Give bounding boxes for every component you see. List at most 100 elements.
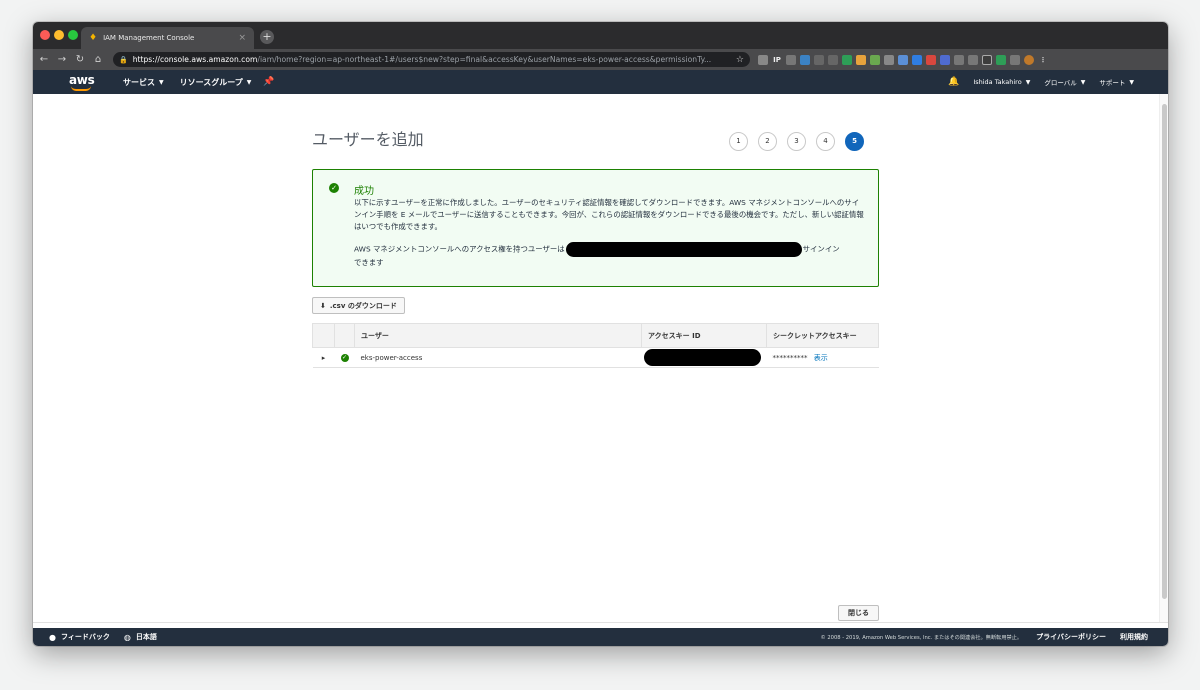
back-icon[interactable]: ← (37, 54, 51, 65)
scrollbar[interactable] (1159, 94, 1168, 622)
download-csv-label: .csv のダウンロード (329, 301, 397, 310)
aws-top-nav: aws サービス ▼ リソースグループ ▼ 📌 🔔 Ishida Takahir… (33, 70, 1168, 94)
forward-icon[interactable]: → (55, 54, 69, 65)
tab-close-icon[interactable]: × (238, 33, 246, 43)
extension-icon[interactable] (898, 54, 908, 65)
extension-icon[interactable] (884, 54, 894, 65)
close-window-button[interactable] (40, 30, 50, 40)
resource-groups-menu[interactable]: リソースグループ ▼ (180, 77, 252, 88)
redacted-signin-url (565, 242, 802, 257)
account-menu[interactable]: Ishida Takahiro ▼ (973, 78, 1030, 86)
tab-title: IAM Management Console (103, 34, 195, 42)
url-path: /iam/home?region=ap-northeast-1#/users$n… (257, 55, 712, 64)
privacy-policy-link[interactable]: プライバシーポリシー (1036, 632, 1106, 642)
aws-logo-text: aws (69, 73, 95, 87)
pin-icon[interactable]: 📌 (263, 77, 274, 87)
extension-icon[interactable] (996, 54, 1006, 65)
url-host: https://console.aws.amazon.com (132, 55, 258, 64)
globe-icon: ◍ (123, 632, 131, 642)
region-menu[interactable]: グローバル ▼ (1044, 77, 1086, 88)
step-2[interactable]: 2 (758, 132, 777, 151)
page-title: ユーザーを追加 (312, 130, 424, 149)
header-status (334, 323, 355, 348)
maximize-window-button[interactable] (68, 30, 78, 40)
menu-icon[interactable]: ⋮ (1038, 55, 1048, 65)
extension-icon[interactable] (926, 54, 936, 65)
home-icon[interactable]: ⌂ (91, 54, 105, 65)
region-label: グローバル (1044, 79, 1077, 87)
step-3[interactable]: 3 (787, 132, 806, 151)
alert-message: 以下に示すユーザーを正常に作成しました。ユーザーのセキュリティ認証情報を確認して… (354, 198, 864, 231)
chevron-down-icon: ▼ (1080, 78, 1086, 86)
check-circle-icon: ✓ (329, 183, 339, 193)
signin-prefix: AWS マネジメントコンソールへのアクセス権を持つユーザーは (354, 244, 565, 254)
scrollbar-thumb[interactable] (1162, 104, 1167, 599)
tab-strip: ♦ IAM Management Console × + (33, 22, 1168, 49)
ip-extension-icon[interactable]: IP (772, 54, 782, 65)
star-icon[interactable]: ☆ (736, 55, 744, 65)
resource-groups-label: リソースグループ (179, 77, 243, 87)
extension-icon[interactable] (856, 54, 866, 65)
chevron-down-icon: ▼ (1025, 78, 1031, 86)
browser-tab[interactable]: ♦ IAM Management Console × (81, 27, 254, 49)
download-csv-button[interactable]: ⬇ .csv のダウンロード (312, 297, 405, 314)
extension-icon[interactable] (758, 54, 768, 65)
extension-icon[interactable] (940, 54, 950, 65)
profile-icon[interactable] (1024, 54, 1034, 65)
header-access-key-id[interactable]: アクセスキー ID (641, 323, 767, 348)
header-user[interactable]: ユーザー (354, 323, 642, 348)
extension-icon[interactable] (968, 54, 978, 65)
secret-key-cell: ********** 表示 (766, 347, 879, 368)
chevron-down-icon: ▼ (246, 78, 252, 86)
chat-bubble-icon: ● (49, 632, 56, 642)
nav-right: 🔔 Ishida Takahiro ▼ グローバル ▼ サポート ▼ (934, 77, 1134, 87)
close-button[interactable]: 閉じる (838, 605, 879, 621)
copyright-text: © 2008 - 2019, Amazon Web Services, Inc.… (820, 634, 1023, 641)
table-row: ▸ ✓ eks-power-access ********** 表示 (312, 347, 879, 368)
extension-icon[interactable] (954, 54, 964, 65)
step-4[interactable]: 4 (816, 132, 835, 151)
extension-icons: IP ⋮ (758, 54, 1048, 65)
extension-icon[interactable] (1010, 54, 1020, 65)
browser-window: ♦ IAM Management Console × + ← → ↻ ⌂ 🔒 h… (33, 22, 1168, 646)
user-name-cell: eks-power-access (354, 347, 642, 368)
wizard-steps: 1 2 3 4 5 (729, 132, 864, 151)
users-table: ユーザー アクセスキー ID シークレットアクセスキー ▸ ✓ eks-powe… (312, 323, 879, 368)
check-circle-icon: ✓ (340, 354, 349, 362)
redacted-access-key (643, 349, 761, 366)
aws-logo[interactable]: aws (69, 72, 95, 92)
language-label: 日本語 (135, 633, 157, 641)
aws-smile-icon (71, 86, 91, 91)
address-bar[interactable]: 🔒 https://console.aws.amazon.com /iam/ho… (113, 52, 750, 67)
support-menu[interactable]: サポート ▼ (1099, 77, 1134, 88)
secret-key-mask: ********** (772, 353, 808, 362)
chevron-down-icon: ▼ (159, 78, 164, 86)
extension-icon[interactable] (828, 54, 838, 65)
table-header-row: ユーザー アクセスキー ID シークレットアクセスキー (312, 323, 879, 348)
access-key-cell (641, 347, 767, 368)
step-5-active[interactable]: 5 (845, 132, 864, 151)
expand-row-icon[interactable]: ▸ (312, 347, 335, 368)
language-button[interactable]: ◍ 日本語 (124, 632, 157, 642)
extension-icon[interactable] (814, 54, 824, 65)
show-secret-link[interactable]: 表示 (814, 354, 828, 362)
reload-icon[interactable]: ↻ (73, 54, 87, 65)
extension-icon[interactable] (912, 54, 922, 65)
terms-link[interactable]: 利用規約 (1120, 632, 1148, 642)
alert-title: 成功 (354, 186, 374, 197)
services-menu[interactable]: サービス ▼ (123, 77, 164, 88)
extension-icon[interactable] (786, 54, 796, 65)
new-tab-button[interactable]: + (260, 30, 274, 44)
extension-icon[interactable] (982, 54, 992, 65)
header-secret-access-key[interactable]: シークレットアクセスキー (766, 323, 879, 348)
step-1[interactable]: 1 (729, 132, 748, 151)
extension-icon[interactable] (870, 54, 880, 65)
minimize-window-button[interactable] (54, 30, 64, 40)
feedback-button[interactable]: ● フィードバック (49, 632, 110, 642)
evernote-extension-icon[interactable] (842, 54, 852, 65)
bell-icon[interactable]: 🔔 (948, 77, 959, 87)
lock-icon: 🔒 (119, 55, 128, 64)
signin-message: AWS マネジメントコンソールへのアクセス権を持つユーザーは サインイン できます (354, 242, 874, 269)
success-alert: ✓ 成功 以下に示すユーザーを正常に作成しました。ユーザーのセキュリティ認証情報… (312, 169, 879, 287)
extension-icon[interactable] (800, 54, 810, 65)
